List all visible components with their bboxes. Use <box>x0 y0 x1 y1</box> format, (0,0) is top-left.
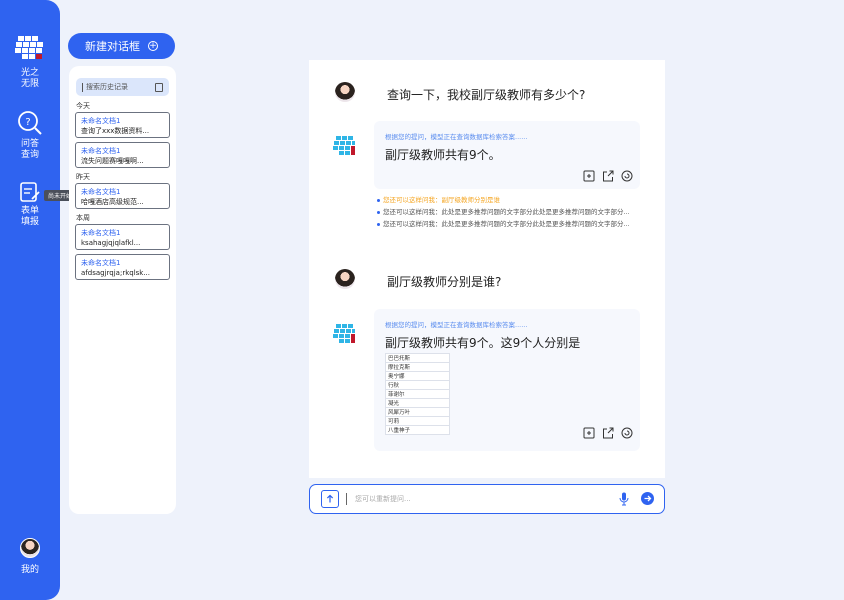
table-row: 菲谢尔 <box>385 389 450 399</box>
result-table: 巴巴托斯 摩拉克斯 奥宁娜 行秋 菲谢尔 凝光 风犀万叶 可莉 八重神子 <box>385 353 450 435</box>
history-snippet: ksahagjqjqlafkl... <box>81 239 141 247</box>
share-icon[interactable] <box>602 170 614 182</box>
search-placeholder: 搜索历史记录 <box>86 83 128 91</box>
history-snippet: afdsagjrqja;rkqlsk... <box>81 269 151 277</box>
avatar <box>20 538 40 558</box>
chat-input-bar[interactable]: 您可以重新提问... <box>309 484 665 514</box>
user-avatar <box>335 82 355 102</box>
history-item[interactable]: 未命名文档1 哈嘎酒店高级规范... <box>75 183 170 209</box>
suggestion-item[interactable]: 您还可以这样问我：副厅级教师分别是谁 <box>377 196 637 205</box>
answer-card: 根据您的提问，模型正在查询数据库检索答案...... 副厅级教师共有9个。这9个… <box>374 309 640 451</box>
history-search-input[interactable]: 搜索历史记录 <box>76 78 169 96</box>
form-edit-icon <box>20 182 40 202</box>
nav-form-label: 表单 填报 <box>20 206 39 227</box>
answer-text: 副厅级教师共有9个。 <box>385 148 501 162</box>
plus-circle-icon: + <box>148 41 158 51</box>
nav-form[interactable]: 表单 填报 <box>0 181 60 228</box>
history-sidebar: 搜索历史记录 今天 未命名文档1 查询了xxx数据资料... 未命名文档1 流失… <box>69 66 176 514</box>
refresh-icon[interactable] <box>621 427 633 439</box>
search-qa-icon: ? <box>18 111 42 135</box>
history-item[interactable]: 未命名文档1 ksahagjqjqlafkl... <box>75 224 170 250</box>
table-row: 奥宁娜 <box>385 371 450 381</box>
share-icon[interactable] <box>602 427 614 439</box>
my-label: 我的 <box>20 565 39 575</box>
chat-input-placeholder[interactable]: 您可以重新提问... <box>355 494 411 504</box>
user-question: 查询一下，我校副厅级教师有多少个? <box>387 88 586 102</box>
document-icon[interactable] <box>155 82 163 92</box>
answer-actions <box>583 170 633 182</box>
table-cell: 八重神子 <box>385 425 450 435</box>
grid-logo-icon <box>15 36 43 59</box>
table-cell: 行秋 <box>385 380 450 390</box>
mic-icon[interactable] <box>619 492 629 506</box>
history-snippet: 流失问题赛嘎嘎啊... <box>81 157 144 165</box>
send-icon[interactable] <box>641 492 654 505</box>
table-cell: 凝光 <box>385 398 450 408</box>
copy-icon[interactable] <box>583 170 595 182</box>
group-today: 今天 <box>76 102 90 110</box>
answer-actions <box>583 427 633 439</box>
table-row: 巴巴托斯 <box>385 353 450 363</box>
cursor-bar <box>82 82 83 92</box>
group-yesterday: 昨天 <box>76 173 90 181</box>
answer-card: 根据您的提问，模型正在查询数据库检索答案...... 副厅级教师共有9个。 <box>374 121 640 189</box>
table-cell: 奥宁娜 <box>385 371 450 381</box>
suggestion-item[interactable]: 您还可以这样问我：此处是更多推荐问题的文字部分此处是更多推荐问题的文字部分... <box>377 208 637 217</box>
table-cell: 菲谢尔 <box>385 389 450 399</box>
table-row: 可莉 <box>385 416 450 426</box>
history-title: 未命名文档1 <box>81 259 121 267</box>
table-row: 风犀万叶 <box>385 407 450 417</box>
nav-qa-label: 问答 查询 <box>20 139 39 160</box>
svg-text:?: ? <box>25 117 30 128</box>
chat-panel: 查询一下，我校副厅级教师有多少个? 根据您的提问，模型正在查询数据库检索答案..… <box>309 60 665 478</box>
new-chat-button[interactable]: 新建对话框 + <box>68 33 175 59</box>
history-item[interactable]: 未命名文档1 afdsagjrqja;rkqlsk... <box>75 254 170 280</box>
bot-logo-icon <box>333 136 355 155</box>
history-item[interactable]: 未命名文档1 查询了xxx数据资料... <box>75 112 170 138</box>
history-item[interactable]: 未命名文档1 流失问题赛嘎嘎啊... <box>75 142 170 168</box>
answer-text: 副厅级教师共有9个。这9个人分别是 <box>385 336 581 350</box>
history-title: 未命名文档1 <box>81 147 121 155</box>
nav-qa[interactable]: ? 问答 查询 <box>0 110 60 161</box>
suggestion-list: 您还可以这样问我：副厅级教师分别是谁 您还可以这样问我：此处是更多推荐问题的文字… <box>377 196 637 232</box>
group-week: 本周 <box>76 214 90 222</box>
answer-status: 根据您的提问，模型正在查询数据库检索答案...... <box>385 133 528 141</box>
table-row: 行秋 <box>385 380 450 390</box>
table-cell: 巴巴托斯 <box>385 353 450 363</box>
history-title: 未命名文档1 <box>81 188 121 196</box>
history-snippet: 查询了xxx数据资料... <box>81 127 150 135</box>
table-row: 八重神子 <box>385 425 450 435</box>
refresh-icon[interactable] <box>621 170 633 182</box>
history-title: 未命名文档1 <box>81 229 121 237</box>
user-avatar <box>335 269 355 289</box>
user-question: 副厅级教师分别是谁? <box>387 275 502 289</box>
history-snippet: 哈嘎酒店高级规范... <box>81 198 144 206</box>
answer-status: 根据您的提问，模型正在查询数据库检索答案...... <box>385 321 528 329</box>
bot-logo-icon <box>333 324 355 343</box>
table-row: 摩拉克斯 <box>385 362 450 372</box>
text-cursor <box>346 493 347 505</box>
table-cell: 摩拉克斯 <box>385 362 450 372</box>
brand-name: 光之 无限 <box>20 68 39 89</box>
upload-icon[interactable] <box>321 490 339 508</box>
suggestion-item[interactable]: 您还可以这样问我：此处是更多推荐问题的文字部分此处是更多推荐问题的文字部分... <box>377 220 637 229</box>
new-chat-label: 新建对话框 <box>85 40 140 53</box>
table-row: 凝光 <box>385 398 450 408</box>
copy-icon[interactable] <box>583 427 595 439</box>
my-profile[interactable]: 我的 <box>0 538 60 575</box>
left-rail: 光之 无限 ? 问答 查询 表单 填报 尚未开始 我的 <box>0 0 77 600</box>
table-cell: 风犀万叶 <box>385 407 450 417</box>
history-title: 未命名文档1 <box>81 117 121 125</box>
table-cell: 可莉 <box>385 416 450 426</box>
